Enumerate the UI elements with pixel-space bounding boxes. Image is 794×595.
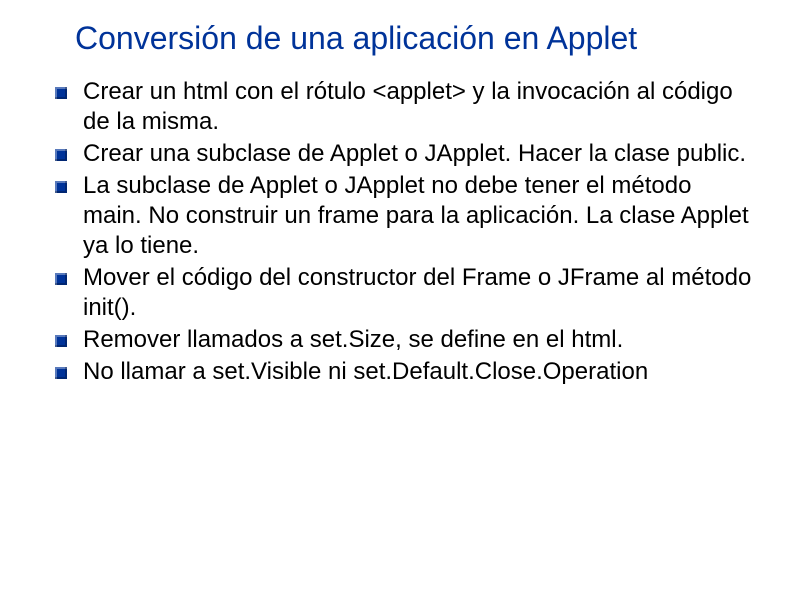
slide: Conversión de una aplicación en Applet C… [0,0,794,595]
list-item: Crear una subclase de Applet o JApplet. … [55,139,754,169]
list-item: Mover el código del constructor del Fram… [55,263,754,323]
list-item: Remover llamados a set.Size, se define e… [55,325,754,355]
slide-title: Conversión de una aplicación en Applet [75,20,754,57]
list-item: La subclase de Applet o JApplet no debe … [55,171,754,261]
list-item: No llamar a set.Visible ni set.Default.C… [55,357,754,387]
list-item: Crear un html con el rótulo <applet> y l… [55,77,754,137]
bullet-list: Crear un html con el rótulo <applet> y l… [55,77,754,387]
